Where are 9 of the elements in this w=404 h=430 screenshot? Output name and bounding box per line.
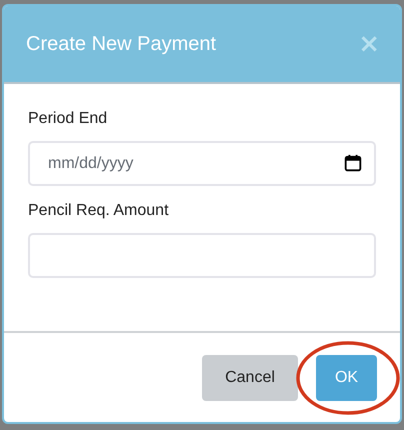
calendar-icon[interactable] bbox=[344, 154, 362, 172]
date-field[interactable]: mm/dd/yyyy bbox=[28, 141, 376, 186]
field-label: Pencil Req. Amount bbox=[28, 202, 170, 220]
input-field[interactable] bbox=[28, 233, 376, 278]
field-label: Period End bbox=[28, 110, 108, 128]
dialog-title: Create New Payment bbox=[26, 32, 216, 56]
close-button[interactable]: × bbox=[358, 31, 380, 57]
cancel-button[interactable]: Cancel bbox=[202, 354, 298, 400]
ok-button[interactable]: OK bbox=[316, 354, 377, 400]
